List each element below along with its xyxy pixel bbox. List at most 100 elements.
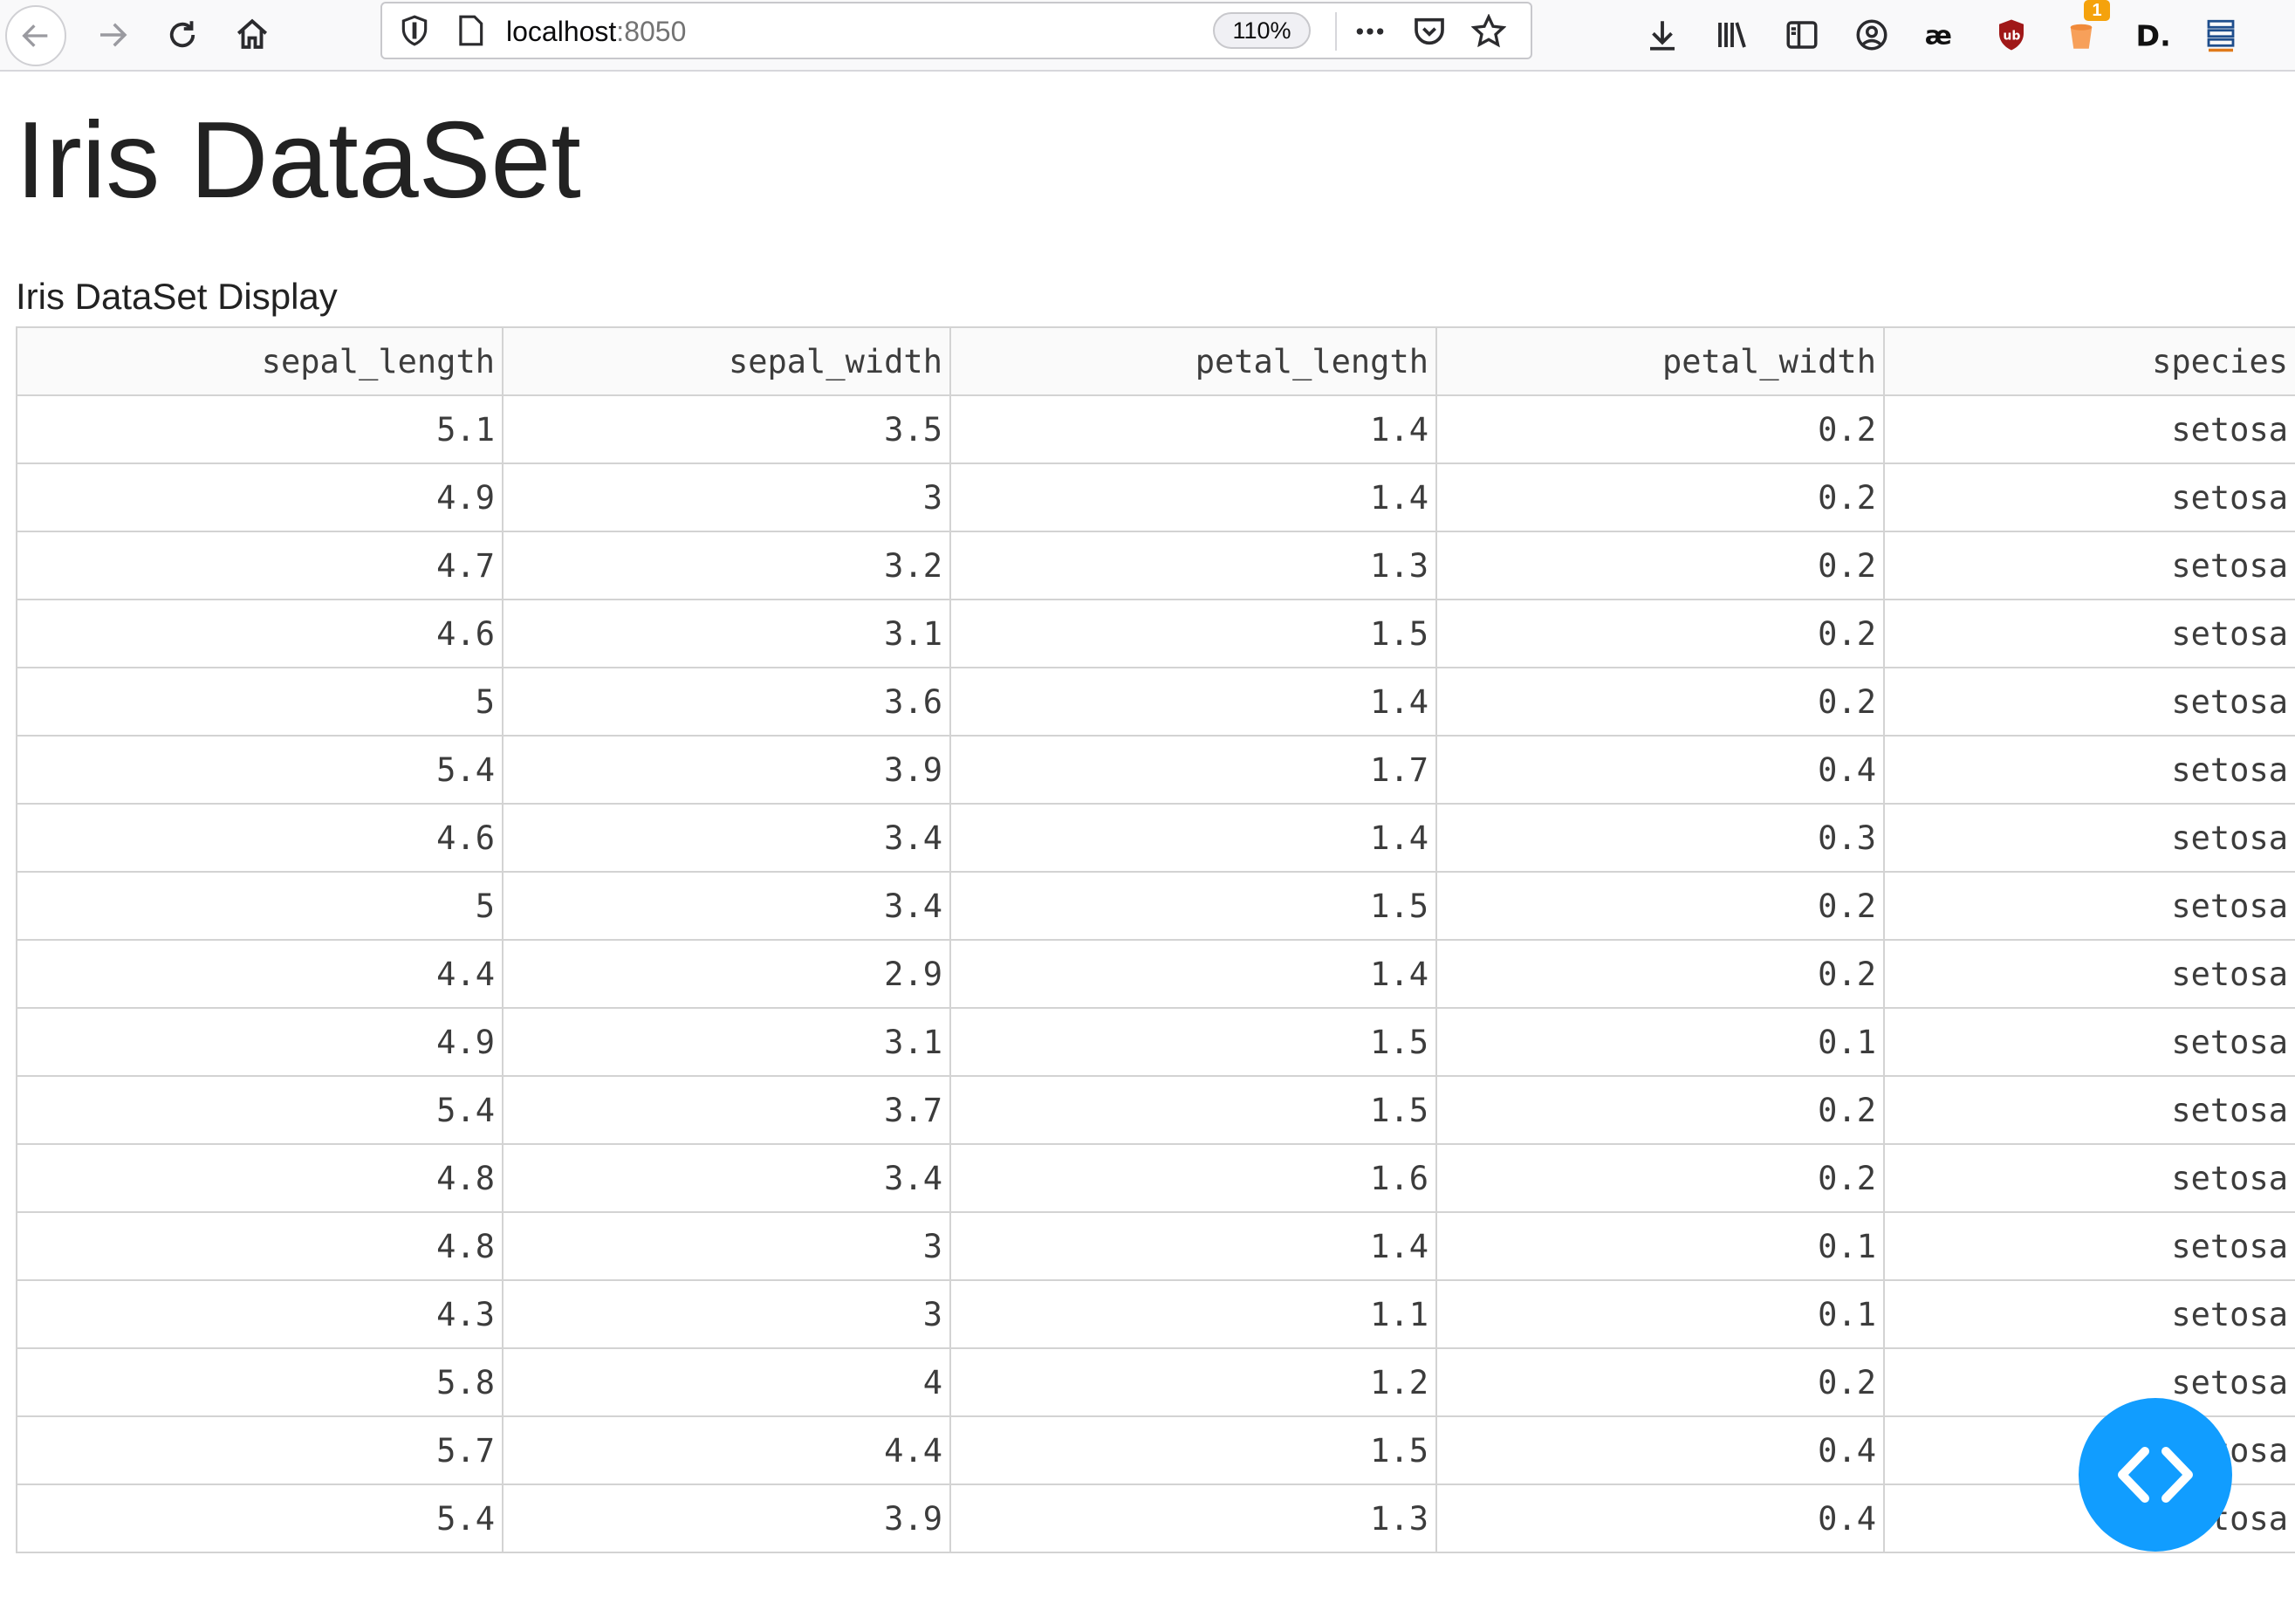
- table-cell-sepal-length[interactable]: 5.4: [16, 735, 504, 805]
- table-cell-sepal-width[interactable]: 3.4: [502, 871, 951, 941]
- pocket-icon[interactable]: [1412, 14, 1447, 49]
- table-cell-sepal-length[interactable]: 4.4: [16, 939, 504, 1009]
- table-cell-sepal-length[interactable]: 4.8: [16, 1143, 504, 1213]
- table-cell-species[interactable]: setosa: [1883, 1279, 2295, 1349]
- table-cell-species[interactable]: setosa: [1883, 667, 2295, 737]
- table-cell-petal-width[interactable]: 0.2: [1435, 939, 1885, 1009]
- table-cell-petal-width[interactable]: 0.2: [1435, 394, 1885, 464]
- table-cell-species[interactable]: setosa: [1883, 735, 2295, 805]
- reload-button[interactable]: [155, 9, 209, 61]
- table-cell-sepal-length[interactable]: 4.8: [16, 1211, 504, 1281]
- table-cell-sepal-width[interactable]: 3.2: [502, 531, 951, 600]
- table-cell-petal-length[interactable]: 1.5: [949, 871, 1437, 941]
- table-cell-sepal-width[interactable]: 3: [502, 1211, 951, 1281]
- table-cell-sepal-width[interactable]: 3: [502, 463, 951, 532]
- table-cell-species[interactable]: setosa: [1883, 1347, 2295, 1417]
- debug-toggle-button[interactable]: [2079, 1398, 2232, 1552]
- table-cell-sepal-length[interactable]: 5.4: [16, 1075, 504, 1145]
- table-cell-petal-width[interactable]: 0.2: [1435, 1143, 1885, 1213]
- table-cell-petal-width[interactable]: 0.4: [1435, 1415, 1885, 1485]
- table-cell-petal-length[interactable]: 1.5: [949, 599, 1437, 668]
- library-button[interactable]: [1705, 9, 1759, 61]
- table-cell-species[interactable]: setosa: [1883, 871, 2295, 941]
- sidebar-button[interactable]: [1775, 9, 1829, 61]
- table-cell-petal-length[interactable]: 1.4: [949, 803, 1437, 873]
- table-cell-petal-length[interactable]: 1.7: [949, 735, 1437, 805]
- account-button[interactable]: [1845, 9, 1899, 61]
- table-cell-sepal-length[interactable]: 4.9: [16, 463, 504, 532]
- table-cell-sepal-length[interactable]: 5: [16, 871, 504, 941]
- home-button[interactable]: [225, 9, 279, 61]
- table-cell-sepal-width[interactable]: 3.7: [502, 1075, 951, 1145]
- column-header-petal-length[interactable]: petal_length: [949, 326, 1437, 396]
- table-cell-sepal-length[interactable]: 5.7: [16, 1415, 504, 1485]
- table-cell-species[interactable]: setosa: [1883, 803, 2295, 873]
- table-cell-sepal-length[interactable]: 4.7: [16, 531, 504, 600]
- column-header-petal-width[interactable]: petal_width: [1435, 326, 1885, 396]
- column-header-species[interactable]: species: [1883, 326, 2295, 396]
- table-cell-species[interactable]: setosa: [1883, 1143, 2295, 1213]
- table-cell-sepal-length[interactable]: 4.9: [16, 1007, 504, 1077]
- table-cell-petal-length[interactable]: 1.1: [949, 1279, 1437, 1349]
- table-cell-petal-length[interactable]: 1.4: [949, 1211, 1437, 1281]
- table-cell-petal-width[interactable]: 0.3: [1435, 803, 1885, 873]
- table-cell-sepal-length[interactable]: 4.6: [16, 803, 504, 873]
- table-cell-petal-width[interactable]: 0.2: [1435, 667, 1885, 737]
- star-icon[interactable]: [1471, 14, 1506, 49]
- ublock-button[interactable]: ub: [1984, 9, 2038, 61]
- table-cell-sepal-length[interactable]: 4.3: [16, 1279, 504, 1349]
- table-cell-species[interactable]: setosa: [1883, 394, 2295, 464]
- table-cell-species[interactable]: setosa: [1883, 463, 2295, 532]
- url-bar[interactable]: localhost:8050 110%: [380, 2, 1532, 59]
- table-cell-petal-width[interactable]: 0.4: [1435, 735, 1885, 805]
- d-extension-button[interactable]: D.: [2124, 9, 2178, 61]
- downloads-button[interactable]: [1635, 9, 1689, 61]
- zoom-level-button[interactable]: 110%: [1213, 12, 1311, 49]
- table-cell-sepal-width[interactable]: 3.4: [502, 803, 951, 873]
- table-cell-sepal-width[interactable]: 3.9: [502, 735, 951, 805]
- table-cell-petal-width[interactable]: 0.2: [1435, 463, 1885, 532]
- table-cell-sepal-width[interactable]: 3.5: [502, 394, 951, 464]
- table-cell-petal-width[interactable]: 0.1: [1435, 1279, 1885, 1349]
- table-cell-petal-length[interactable]: 1.5: [949, 1007, 1437, 1077]
- table-cell-sepal-length[interactable]: 4.6: [16, 599, 504, 668]
- table-cell-petal-width[interactable]: 0.1: [1435, 1211, 1885, 1281]
- table-cell-petal-length[interactable]: 1.3: [949, 1484, 1437, 1553]
- table-cell-sepal-length[interactable]: 5: [16, 667, 504, 737]
- table-cell-sepal-length[interactable]: 5.8: [16, 1347, 504, 1417]
- more-icon[interactable]: [1353, 14, 1387, 49]
- table-cell-petal-width[interactable]: 0.4: [1435, 1484, 1885, 1553]
- table-cell-petal-length[interactable]: 1.5: [949, 1415, 1437, 1485]
- table-cell-petal-length[interactable]: 1.5: [949, 1075, 1437, 1145]
- table-cell-species[interactable]: setosa: [1883, 531, 2295, 600]
- table-cell-species[interactable]: setosa: [1883, 1075, 2295, 1145]
- url-text[interactable]: localhost:8050: [506, 3, 686, 58]
- table-cell-petal-length[interactable]: 1.6: [949, 1143, 1437, 1213]
- table-cell-petal-length[interactable]: 1.4: [949, 667, 1437, 737]
- table-cell-sepal-width[interactable]: 3.6: [502, 667, 951, 737]
- table-cell-sepal-width[interactable]: 4: [502, 1347, 951, 1417]
- table-cell-sepal-width[interactable]: 3.1: [502, 599, 951, 668]
- table-cell-sepal-width[interactable]: 3.4: [502, 1143, 951, 1213]
- table-cell-petal-length[interactable]: 1.3: [949, 531, 1437, 600]
- table-cell-sepal-width[interactable]: 4.4: [502, 1415, 951, 1485]
- table-cell-species[interactable]: setosa: [1883, 939, 2295, 1009]
- table-cell-sepal-length[interactable]: 5.1: [16, 394, 504, 464]
- table-cell-petal-width[interactable]: 0.2: [1435, 531, 1885, 600]
- table-cell-petal-width[interactable]: 0.2: [1435, 1347, 1885, 1417]
- table-cell-species[interactable]: setosa: [1883, 1007, 2295, 1077]
- column-header-sepal-width[interactable]: sepal_width: [502, 326, 951, 396]
- column-header-sepal-length[interactable]: sepal_length: [16, 326, 504, 396]
- forward-button[interactable]: [86, 9, 140, 61]
- table-cell-petal-length[interactable]: 1.4: [949, 463, 1437, 532]
- table-cell-petal-width[interactable]: 0.2: [1435, 871, 1885, 941]
- table-cell-petal-length[interactable]: 1.2: [949, 1347, 1437, 1417]
- table-cell-petal-width[interactable]: 0.2: [1435, 599, 1885, 668]
- back-button[interactable]: [5, 5, 66, 66]
- table-cell-sepal-width[interactable]: 3.1: [502, 1007, 951, 1077]
- menu-stack-button[interactable]: [2194, 9, 2248, 61]
- table-cell-sepal-length[interactable]: 5.4: [16, 1484, 504, 1553]
- table-cell-sepal-width[interactable]: 3.9: [502, 1484, 951, 1553]
- table-cell-petal-length[interactable]: 1.4: [949, 939, 1437, 1009]
- table-cell-sepal-width[interactable]: 2.9: [502, 939, 951, 1009]
